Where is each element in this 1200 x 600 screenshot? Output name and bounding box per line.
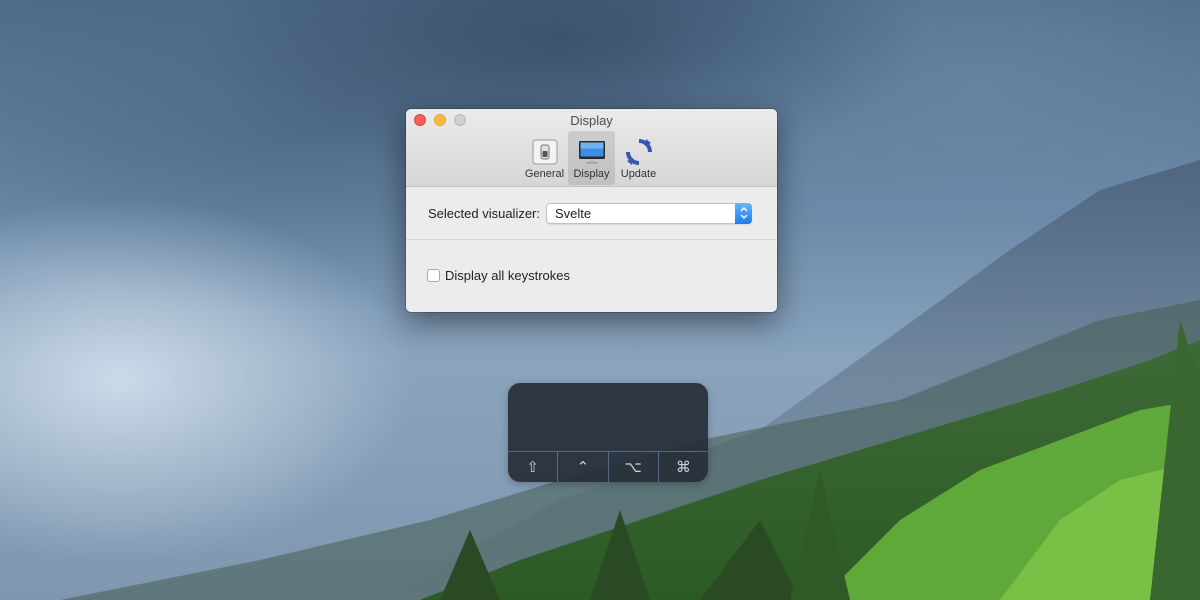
update-refresh-icon	[623, 137, 655, 167]
option-key-icon: ⌥	[609, 452, 659, 482]
keystrokes-row: Display all keystrokes	[406, 240, 777, 310]
tab-update[interactable]: Update	[615, 131, 662, 185]
tab-general[interactable]: General	[521, 131, 568, 185]
tab-update-label: Update	[620, 168, 657, 180]
tab-display-label: Display	[573, 168, 610, 180]
visualizer-row: Selected visualizer: Svelte	[406, 187, 777, 240]
tab-display[interactable]: Display	[568, 131, 615, 185]
display-all-keystrokes-checkbox[interactable]	[427, 268, 440, 282]
control-key-icon: ⌃	[558, 452, 609, 482]
command-key-icon: ⌘	[675, 459, 691, 476]
window-titlebar: Display General Display Update	[406, 109, 777, 187]
display-all-keystrokes-label[interactable]: Display all keystrokes	[445, 268, 570, 283]
preferences-window: Display General Display Update Selected …	[406, 109, 777, 312]
tab-general-label: General	[524, 168, 565, 180]
shift-key-icon: ⇧	[508, 452, 559, 482]
general-switch-icon	[529, 137, 561, 167]
display-monitor-icon	[576, 137, 608, 167]
modifier-keys-bar: ⇧ ⌃ ⌥ ⌘	[508, 451, 708, 482]
preferences-toolbar: General Display Update	[406, 131, 777, 185]
visualizer-select-value: Svelte	[555, 205, 592, 221]
window-title: Display	[570, 113, 613, 128]
visualizer-select[interactable]: Svelte	[546, 202, 752, 224]
keystroke-hud-display	[508, 383, 708, 452]
visualizer-label: Selected visualizer:	[428, 205, 540, 221]
keystroke-hud: ⇧ ⌃ ⌥ ⌘	[508, 383, 708, 482]
select-arrows-icon	[735, 202, 752, 224]
